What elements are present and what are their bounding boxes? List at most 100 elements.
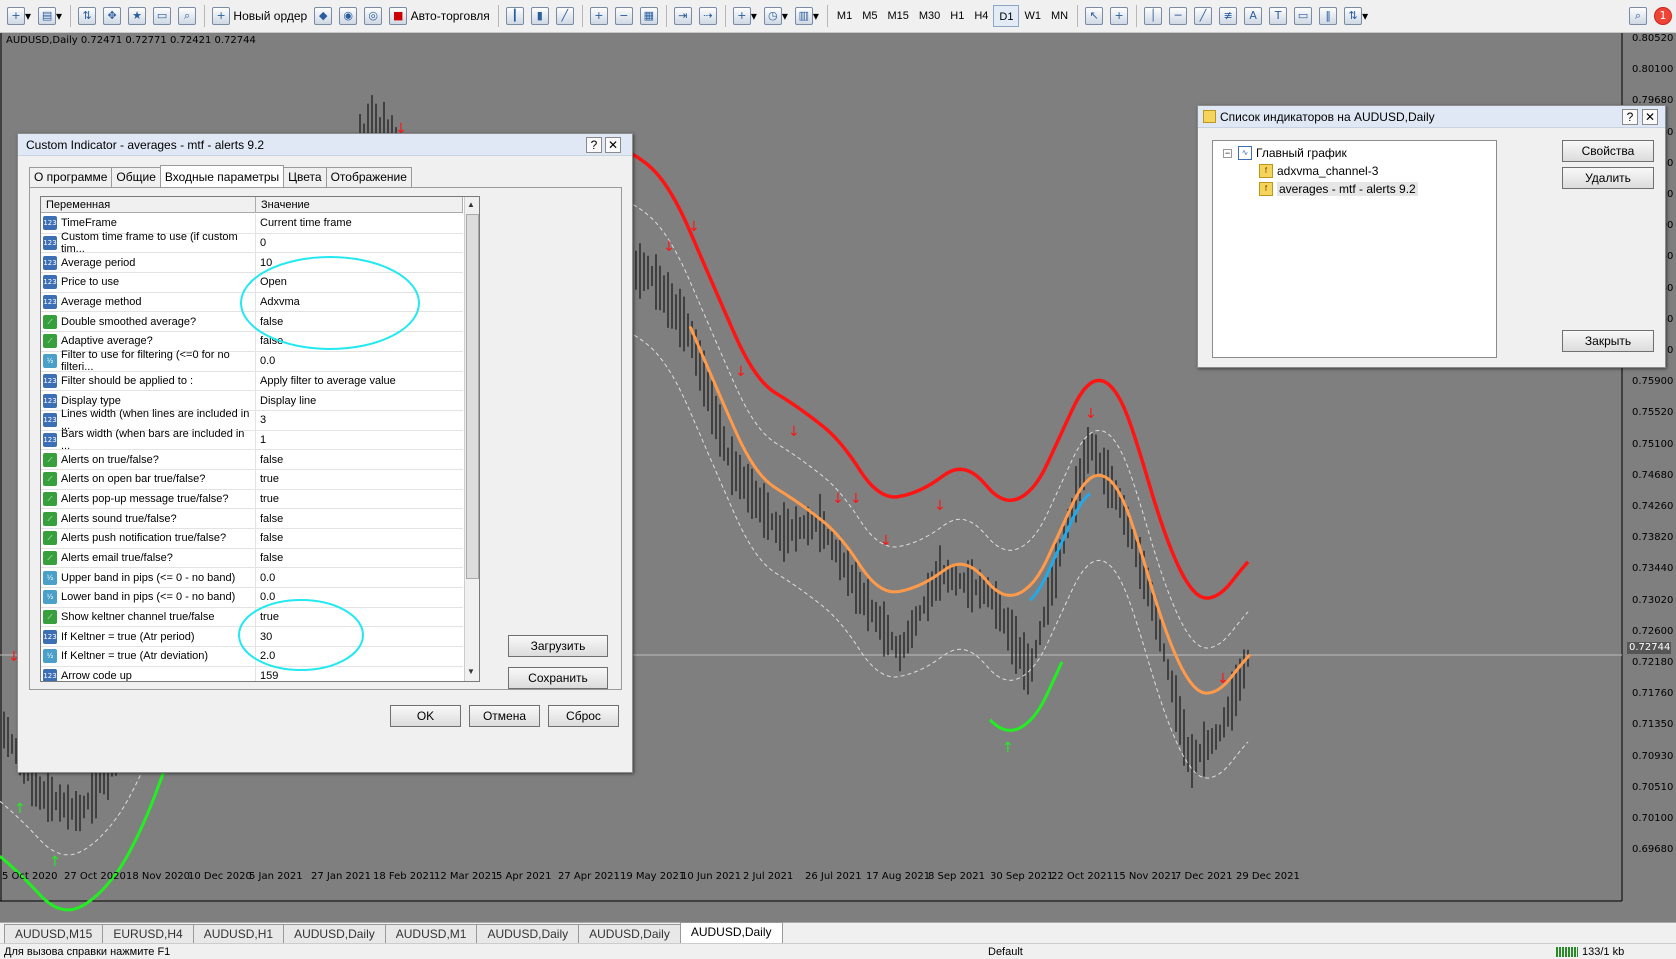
param-row[interactable]: ⟋ Alerts on open bar true/false? true (41, 469, 463, 490)
collapse-icon[interactable]: − (1223, 148, 1232, 158)
param-value[interactable]: 3 (256, 414, 266, 426)
new-chart-button[interactable]: + ▾ (4, 4, 34, 28)
param-row[interactable]: ⟋ Alerts sound true/false? false (41, 509, 463, 529)
param-row[interactable]: ½ Filter to use for filtering (<=0 for no… (41, 349, 463, 373)
timeframe-w1[interactable]: W1 (1019, 5, 1046, 27)
timeframe-m5[interactable]: M5 (857, 5, 882, 27)
ok-button[interactable]: OK (390, 705, 461, 727)
param-value[interactable]: false (256, 552, 283, 564)
tree-root-main-chart[interactable]: − ∿ Главный график (1223, 146, 1347, 160)
timeframe-d1[interactable]: D1 (993, 5, 1020, 27)
scroll-thumb[interactable] (466, 214, 479, 579)
param-row[interactable]: 123 Bars width (when bars are included in… (41, 428, 463, 452)
templates-button[interactable]: ▥ ▾ (792, 4, 822, 28)
signals-button[interactable]: ◉ (336, 4, 360, 28)
param-row[interactable]: 123 Average method Adxvma (41, 292, 463, 313)
param-value[interactable]: true (256, 611, 279, 623)
param-value[interactable]: false (256, 316, 283, 328)
param-row[interactable]: ½ If Keltner = true (Atr deviation) 2.0 (41, 647, 463, 667)
tab-inputs[interactable]: Входные параметры (159, 165, 285, 187)
crosshair-tool-button[interactable]: + (1107, 4, 1131, 28)
param-value[interactable]: 30 (256, 631, 272, 643)
param-row[interactable]: ⟋ Alerts on true/false? false (41, 450, 463, 470)
param-row[interactable]: 123 If Keltner = true (Atr period) 30 (41, 627, 463, 648)
param-value[interactable]: true (256, 473, 279, 485)
chart-tab[interactable]: EURUSD,H4 (102, 924, 194, 943)
param-row[interactable]: ⟋ Double smoothed average? false (41, 312, 463, 333)
text-tool-button[interactable]: A (1241, 4, 1265, 28)
chart-tab[interactable]: AUDUSD,Daily (476, 924, 580, 943)
param-row[interactable]: 123 Arrow code up 159 (41, 666, 463, 681)
tester-button[interactable]: ⌕ (175, 4, 199, 28)
param-row[interactable]: 123 Average period 10 (41, 253, 463, 274)
param-value[interactable]: Apply filter to average value (256, 375, 396, 387)
line-chart-button[interactable]: ╱ (553, 4, 577, 28)
reset-button[interactable]: Сброс (548, 705, 619, 727)
autoscroll-button[interactable]: ⇢ (696, 4, 720, 28)
param-value[interactable]: 0.0 (256, 355, 275, 367)
auto-trading-button[interactable]: ■ Авто-торговля (386, 4, 493, 28)
param-value[interactable]: false (256, 513, 283, 525)
param-value[interactable]: 159 (256, 670, 278, 681)
param-value[interactable]: 10 (256, 257, 272, 269)
tree-item-averages-mtf[interactable]: f averages - mtf - alerts 9.2 (1259, 182, 1418, 196)
column-variable[interactable]: Переменная (41, 197, 256, 213)
horizontal-line-button[interactable]: ─ (1166, 4, 1190, 28)
param-value[interactable]: 0 (256, 237, 266, 249)
help-button[interactable]: ? (1622, 109, 1638, 125)
close-dialog-button[interactable]: Закрыть (1562, 330, 1654, 352)
search-button[interactable]: ⌕ (1626, 4, 1650, 28)
timeframe-m30[interactable]: M30 (914, 5, 945, 27)
zoom-out-button[interactable]: − (612, 4, 636, 28)
param-value[interactable]: false (256, 454, 283, 466)
param-row[interactable]: ⟋ Alerts pop-up message true/false? true (41, 489, 463, 510)
terminal-button[interactable]: ▭ (150, 4, 174, 28)
vertical-line-button[interactable]: │ (1141, 4, 1165, 28)
param-value[interactable]: Adxvma (256, 296, 300, 308)
data-window-button[interactable]: ✥ (100, 4, 124, 28)
param-value[interactable]: 1 (256, 434, 266, 446)
market-watch-button[interactable]: ⇅ (75, 4, 99, 28)
fibo-tool-button[interactable]: ‖ (1316, 4, 1340, 28)
profiles-button[interactable]: ▤ ▾ (35, 4, 65, 28)
new-order-button[interactable]: + Новый ордер (209, 4, 310, 28)
rectangle-tool-button[interactable]: ▭ (1291, 4, 1315, 28)
param-value[interactable]: Open (256, 276, 287, 288)
tab-colors[interactable]: Цвета (283, 167, 327, 187)
param-value[interactable]: 0.0 (256, 591, 275, 603)
chart-tab[interactable]: AUDUSD,Daily (283, 924, 386, 943)
timeframe-m15[interactable]: M15 (882, 5, 913, 27)
bar-chart-button[interactable]: ┃ (503, 4, 527, 28)
param-value[interactable]: false (256, 335, 283, 347)
timeframe-h4[interactable]: H4 (969, 5, 993, 27)
param-row[interactable]: 123 Filter should be applied to : Apply fi… (41, 371, 463, 392)
indicators-button[interactable]: + ▾ (730, 4, 760, 28)
trendline-button[interactable]: ╱ (1191, 4, 1215, 28)
radio-button[interactable]: ◎ (361, 4, 385, 28)
metaeditor-button[interactable]: ◆ (311, 4, 335, 28)
param-row[interactable]: ⟋ Alerts push notification true/false? fal… (41, 529, 463, 549)
param-value[interactable]: true (256, 493, 279, 505)
cancel-button[interactable]: Отмена (469, 705, 540, 727)
periods-button[interactable]: ◷ ▾ (761, 4, 791, 28)
chart-tab-active[interactable]: AUDUSD,Daily (679, 922, 783, 943)
param-row[interactable]: ½ Lower band in pips (<= 0 - no band) 0.0 (41, 588, 463, 608)
delete-button[interactable]: Удалить (1562, 167, 1654, 189)
chart-shift-button[interactable]: ⇥ (671, 4, 695, 28)
arrows-tool-button[interactable]: ⇅ ▾ (1341, 4, 1371, 28)
column-value[interactable]: Значение (256, 197, 463, 213)
param-value[interactable]: Current time frame (256, 217, 352, 229)
timeframe-h1[interactable]: H1 (945, 5, 969, 27)
load-button[interactable]: Загрузить (508, 635, 608, 657)
timeframe-m1[interactable]: M1 (832, 5, 857, 27)
help-button[interactable]: ? (586, 137, 602, 153)
cursor-tool-button[interactable]: ↖ (1082, 4, 1106, 28)
close-button[interactable]: ✕ (1642, 109, 1658, 125)
scroll-down-icon[interactable]: ▼ (467, 667, 475, 676)
chart-tab[interactable]: AUDUSD,M1 (384, 924, 478, 943)
candle-chart-button[interactable]: ▮ (528, 4, 552, 28)
tree-item-adxvma-channel[interactable]: f adxvma_channel-3 (1259, 164, 1378, 178)
timeframe-mn[interactable]: MN (1046, 5, 1073, 27)
channel-button[interactable]: ≢ (1216, 4, 1240, 28)
param-row[interactable]: 123 Price to use Open (41, 273, 463, 293)
